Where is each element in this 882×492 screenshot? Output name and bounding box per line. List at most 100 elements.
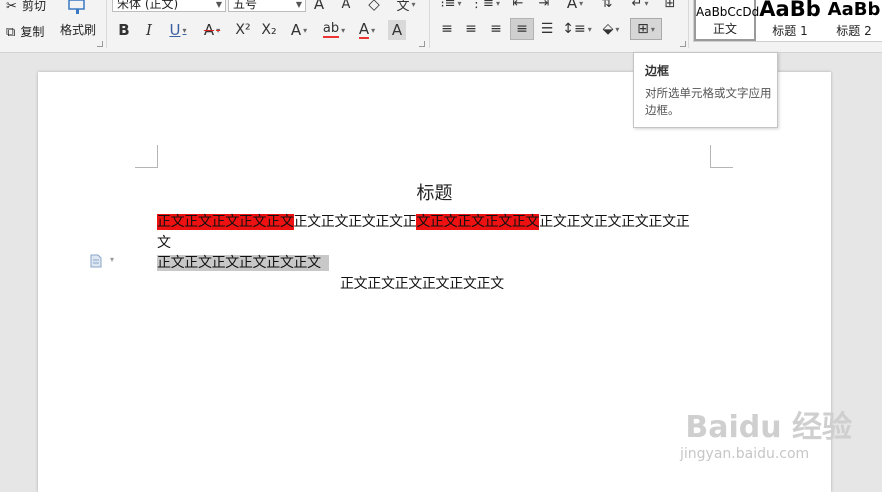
chevron-down-icon: ▾ (341, 25, 346, 35)
font-size-select[interactable]: 五号 ▼ (228, 0, 306, 12)
ribbon-toolbar: ✂ 剪切 ⧉ 复制 格式刷 宋体 (正文) ▼ 五号 ▼ A A ◇ 文 ▾ B … (0, 0, 882, 53)
chevron-down-icon: ▾ (644, 0, 649, 8)
align-left-button[interactable]: ≡ (437, 19, 457, 39)
tooltip-title: 边框 (645, 64, 670, 78)
char-shading-icon: A (391, 21, 403, 39)
chevron-down-icon: ▾ (216, 25, 221, 35)
cut-label: 剪切 (22, 0, 47, 13)
text-effect-icon: A (290, 21, 302, 39)
bullets-button[interactable]: ⁝≡ ▾ (437, 0, 465, 13)
style-heading-2[interactable]: AaBb 标题 2 (824, 0, 882, 41)
clear-format-button[interactable]: ◇ (364, 0, 384, 14)
table-tools-button[interactable]: ⊞ (660, 0, 680, 13)
style-label: 标题 1 (772, 24, 808, 38)
crop-mark-top-right (710, 145, 733, 168)
line-spacing-button[interactable]: ↕≡ ▾ (562, 19, 591, 39)
watermark-url: jingyan.baidu.com (680, 446, 810, 462)
font-name-value: 宋体 (正文) (117, 0, 179, 11)
chevron-down-icon[interactable]: ▾ (110, 255, 114, 264)
sort-button[interactable]: ⇅ (597, 0, 617, 13)
style-preview: AaBbCcDd (696, 5, 760, 19)
char-shading-button[interactable]: A (388, 20, 406, 40)
format-painter-button[interactable]: 格式刷 (60, 0, 100, 42)
phonetic-icon: 文 (396, 0, 410, 14)
grow-font-button[interactable]: A (311, 0, 327, 14)
body-text[interactable]: 正文正文正文正文正文正 (539, 214, 690, 230)
crop-mark-top-left (135, 145, 158, 168)
highlighted-text[interactable]: 正文正文正文正文正文 (157, 214, 294, 230)
justify-button[interactable]: ≡ (510, 18, 534, 40)
border-icon: ⊞ (637, 21, 649, 37)
styles-gallery: AaBbCcDd 正文 AaBb 标题 1 AaBb 标题 2 (693, 0, 882, 42)
font-launcher[interactable] (419, 41, 425, 47)
document-heading[interactable]: 标题 (38, 179, 831, 205)
paragraph-line[interactable]: 正文正文正文正文正文正文 (340, 273, 504, 293)
style-heading-1[interactable]: AaBb 标题 1 (758, 0, 822, 41)
paragraph-line[interactable]: 正文正文正文正文正文正文 (157, 252, 329, 272)
body-text[interactable]: 正文正文正文正文正 (294, 214, 417, 230)
format-painter-icon (68, 0, 85, 14)
subscript-button[interactable]: X₂ (258, 20, 280, 40)
highlighted-text[interactable]: 文正文正文正文正文 (416, 214, 540, 230)
text-direction-button[interactable]: A ▾ (563, 0, 587, 13)
paragraph-line[interactable]: 正文正文正文正文正文正文正文正文正文正文正文正文正文正文正文正文正文正文正文正 (157, 211, 690, 231)
paragraph-line[interactable]: 文 (157, 232, 171, 252)
underline-button[interactable]: U ▾ (165, 20, 191, 40)
align-center-button[interactable]: ≡ (461, 19, 481, 39)
copy-label: 复制 (20, 25, 45, 39)
line-spacing-icon: ↕≡ (562, 21, 586, 37)
align-right-icon: ≡ (490, 21, 502, 37)
shrink-font-button[interactable]: A (338, 0, 354, 14)
superscript-button[interactable]: X² (232, 20, 254, 40)
document-icon (90, 254, 102, 268)
eraser-icon: ◇ (368, 0, 380, 13)
distributed-align-button[interactable]: ☰ (537, 19, 557, 39)
scissors-icon: ✂ (6, 0, 17, 14)
copy-button[interactable]: ⧉ 复制 (6, 21, 44, 40)
numbered-list-icon: ⋮≡ (470, 0, 494, 11)
phonetic-guide-button[interactable]: 文 ▾ (394, 0, 418, 14)
watermark-logo: Baidu 经验 (685, 410, 852, 445)
border-button[interactable]: ⊞ ▾ (630, 18, 662, 40)
table-icon: ⊞ (664, 0, 676, 11)
paragraph-layout-button[interactable] (90, 253, 102, 268)
selected-text[interactable]: 正文正文正文正文正文正文 (157, 255, 329, 271)
format-painter-label: 格式刷 (60, 23, 97, 37)
paint-bucket-icon: ⬙ (602, 21, 614, 37)
align-right-button[interactable]: ≡ (486, 19, 506, 39)
show-marks-button[interactable]: ↵ ▾ (627, 0, 653, 13)
italic-button[interactable]: I (141, 20, 157, 40)
style-preview: AaBb (827, 0, 881, 20)
sort-icon: ⇅ (601, 0, 613, 11)
paragraph-launcher[interactable] (680, 41, 686, 47)
highlight-button[interactable]: ab ▾ (320, 20, 348, 40)
font-color-button[interactable]: A ▾ (354, 20, 380, 40)
decrease-indent-button[interactable]: ⇤ (507, 0, 529, 13)
style-normal[interactable]: AaBbCcDd 正文 (694, 0, 760, 41)
chevron-down-icon: ▼ (215, 0, 222, 9)
text-direction-icon: A (566, 0, 578, 12)
strikethrough-button[interactable]: A ▾ (198, 20, 226, 40)
chevron-down-icon: ▾ (495, 0, 500, 8)
bold-button[interactable]: B (116, 20, 132, 40)
font-color-icon: A (358, 19, 370, 39)
font-name-select[interactable]: 宋体 (正文) ▼ (112, 0, 226, 12)
align-justify-icon: ≡ (516, 21, 528, 37)
style-preview: AaBb (759, 0, 821, 21)
cut-button[interactable]: ✂ 剪切 (6, 0, 46, 14)
outdent-icon: ⇤ (512, 0, 524, 11)
increase-indent-button[interactable]: ⇥ (533, 0, 555, 13)
copy-icon: ⧉ (6, 25, 16, 40)
numbering-button[interactable]: ⋮≡ ▾ (470, 0, 500, 13)
underline-icon: U (169, 21, 181, 39)
border-tooltip: 边框 对所选单元格或文字应用边框。 (633, 52, 778, 128)
style-label: 标题 2 (836, 24, 872, 38)
text-effect-button[interactable]: A ▾ (286, 20, 312, 40)
italic-icon: I (146, 21, 152, 39)
bold-icon: B (118, 21, 130, 39)
clipboard-launcher[interactable] (97, 41, 103, 47)
align-left-icon: ≡ (441, 21, 453, 37)
align-distributed-icon: ☰ (540, 21, 554, 37)
chevron-down-icon: ▾ (615, 24, 620, 34)
shading-button[interactable]: ⬙ ▾ (598, 19, 624, 39)
